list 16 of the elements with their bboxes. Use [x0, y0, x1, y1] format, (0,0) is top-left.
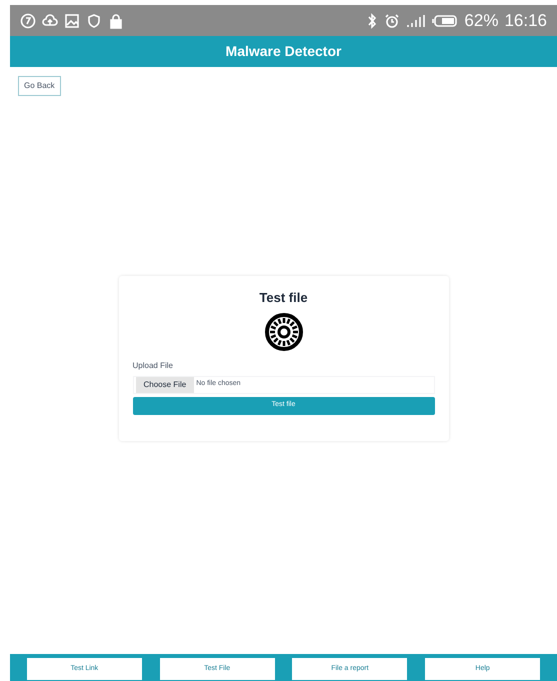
signal-icon: [406, 12, 426, 28]
shield-icon: [86, 12, 102, 28]
cloud-upload-icon: [42, 12, 58, 28]
app-title: Malware Detector: [226, 42, 342, 61]
alarm-icon: [384, 12, 400, 28]
back-button[interactable]: Go Back: [18, 76, 61, 96]
clock-time: 16:16: [504, 10, 547, 32]
bluetooth-icon: [366, 12, 378, 28]
upload-label: Upload File: [132, 360, 173, 372]
battery-percentage: 62%: [464, 10, 498, 32]
image-icon: [64, 12, 80, 28]
gear-icon: [264, 312, 304, 352]
choose-file-button[interactable]: Choose File: [136, 376, 194, 392]
card-title: Test file: [259, 289, 308, 307]
battery-icon: [432, 12, 458, 28]
lock-icon: [108, 12, 124, 28]
